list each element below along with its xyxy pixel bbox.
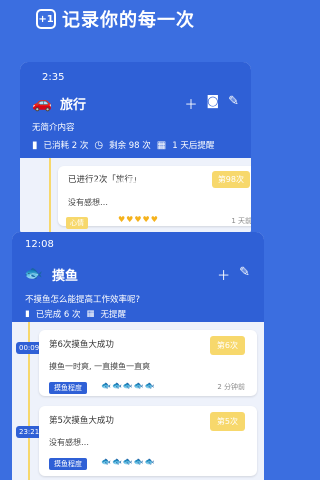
record-item[interactable]: 第6次摸鱼大成功 第6次 摸鱼一时爽, 一直摸鱼一直爽 摸鱼程度 🐟🐟🐟🐟🐟 2… [39,330,257,396]
card-header: 2:35 🚗 旅行 ＋ ◙ ✎ 无简介内容 ▮ 已消耗 2 次 ◷ 剩余 98 … [20,62,251,158]
card-description: 无简介内容 [32,123,75,133]
calendar-icon: ▦ [156,139,167,151]
record-title: 第5次摸鱼大成功 [49,416,114,426]
stat-reminder: 1 天后提醒 [172,141,215,151]
card-stats: ▮ 已完成 6 次 ▦ 无提醒 [25,308,126,320]
card-header: 12:08 🐟 摸鱼 ＋ ✎ 不摸鱼怎么能提高工作效率呢? ▮ 已完成 6 次 … [12,232,264,322]
record-count-badge: 第5次 [209,412,245,431]
fish-icon: 🐟 [24,264,43,282]
chart-icon: ▮ [25,309,30,319]
heart-rating-icon: ♥♥♥♥♥ [118,215,159,224]
watermark: 9l游戏 [88,176,161,204]
card-title: 旅行 [60,98,87,113]
record-title: 第6次摸鱼大成功 [49,340,114,350]
record-tag: 摸鱼程度 [49,458,87,470]
add-icon[interactable]: ＋ [217,265,230,284]
chart-icon: ▮ [32,139,38,151]
card-time: 2:35 [42,72,65,83]
app-header: +1 记录你的每一次 [0,0,270,50]
stat-remaining: 剩余 98 次 [109,141,151,151]
add-icon[interactable]: ＋ [184,94,197,113]
edit-icon[interactable]: ✎ [228,94,239,113]
record-count-badge: 第6次 [209,336,245,355]
record-count-badge: 第98次 [211,171,250,188]
edit-icon[interactable]: ✎ [239,265,250,284]
stat-done: 已完成 6 次 [35,310,81,320]
calendar-icon: ▦ [86,309,95,319]
card-title: 摸鱼 [52,269,79,284]
record-note: 摸鱼一时爽, 一直摸鱼一直爽 [49,362,151,371]
record-tag: 心情 [66,217,88,229]
record-note: 没有感想… [49,438,89,447]
app-logo-icon: +1 [36,9,56,29]
record-ago: 1 天前 [231,217,251,225]
card-time: 12:08 [25,239,54,250]
card-description: 不摸鱼怎么能提高工作效率呢? [25,295,141,305]
card-actions: ＋ ◙ ✎ [184,94,239,113]
stat-reminder: 无提醒 [100,310,127,320]
record-tag: 摸鱼程度 [49,382,87,394]
watermark-url: 91danji.com [200,457,250,466]
record-ago: 2 分钟前 [217,383,245,391]
app-title: 记录你的每一次 [62,10,195,31]
fish-rating-icon: 🐟🐟🐟🐟🐟 [101,457,156,466]
category-card-travel[interactable]: 2:35 🚗 旅行 ＋ ◙ ✎ 无简介内容 ▮ 已消耗 2 次 ◷ 剩余 98 … [20,62,251,237]
camera-icon[interactable]: ◙ [206,94,219,113]
card-actions: ＋ ✎ [217,265,250,284]
watermark-logo: 9l游戏 [188,434,246,456]
stat-used: 已消耗 2 次 [43,141,89,151]
card-stats: ▮ 已消耗 2 次 ◷ 剩余 98 次 ▦ 1 天后提醒 [32,139,215,152]
fish-rating-icon: 🐟🐟🐟🐟🐟 [101,381,156,390]
timeline-line [49,158,51,237]
clock-icon: ◷ [94,139,104,151]
car-icon: 🚗 [32,93,52,112]
